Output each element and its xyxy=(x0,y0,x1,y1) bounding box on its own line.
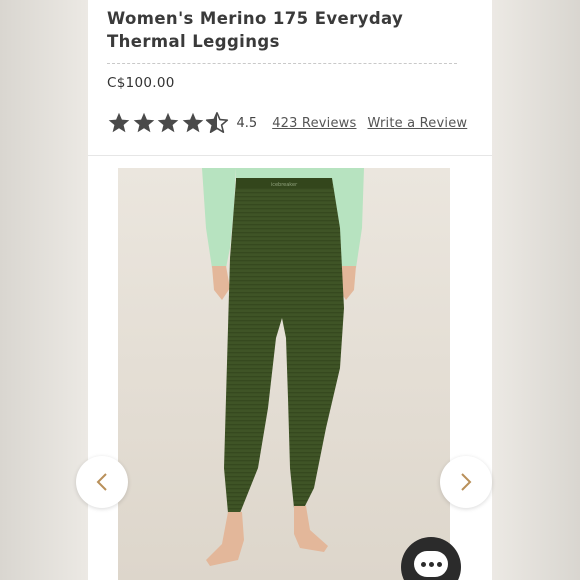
chat-bubble-icon xyxy=(414,551,448,577)
rating-value: 4.5 xyxy=(236,115,258,131)
leggings-photo-icon: icebreaker xyxy=(118,168,450,580)
chat-dot xyxy=(436,561,442,567)
write-review-link[interactable]: Write a Review xyxy=(368,116,468,131)
title-divider xyxy=(107,63,457,64)
star-icon xyxy=(205,112,229,133)
product-title: Women's Merino 175 Everyday Thermal Legg… xyxy=(107,9,404,51)
background-right xyxy=(492,0,580,580)
product-image[interactable]: icebreaker xyxy=(118,168,450,580)
chat-dot xyxy=(420,561,426,567)
gallery-next-button[interactable] xyxy=(440,456,492,508)
background-left xyxy=(0,0,88,580)
waistband-logo: icebreaker xyxy=(271,182,298,188)
section-divider xyxy=(88,155,492,156)
star-icon xyxy=(108,112,130,133)
reviews-link[interactable]: 423 Reviews xyxy=(272,116,356,131)
chevron-left-icon xyxy=(96,473,107,491)
star-icon xyxy=(157,112,179,133)
star-icon xyxy=(133,112,154,133)
gallery-prev-button[interactable] xyxy=(76,456,128,508)
product-price: C$100.00 xyxy=(107,75,175,91)
chevron-right-icon xyxy=(461,473,472,491)
product-card: Women's Merino 175 Everyday Thermal Legg… xyxy=(88,0,492,580)
rating-row: 4.5 423 Reviews Write a Review xyxy=(107,111,467,135)
star-rating[interactable] xyxy=(107,111,230,135)
star-icon xyxy=(182,112,203,133)
chat-dot xyxy=(428,561,434,567)
